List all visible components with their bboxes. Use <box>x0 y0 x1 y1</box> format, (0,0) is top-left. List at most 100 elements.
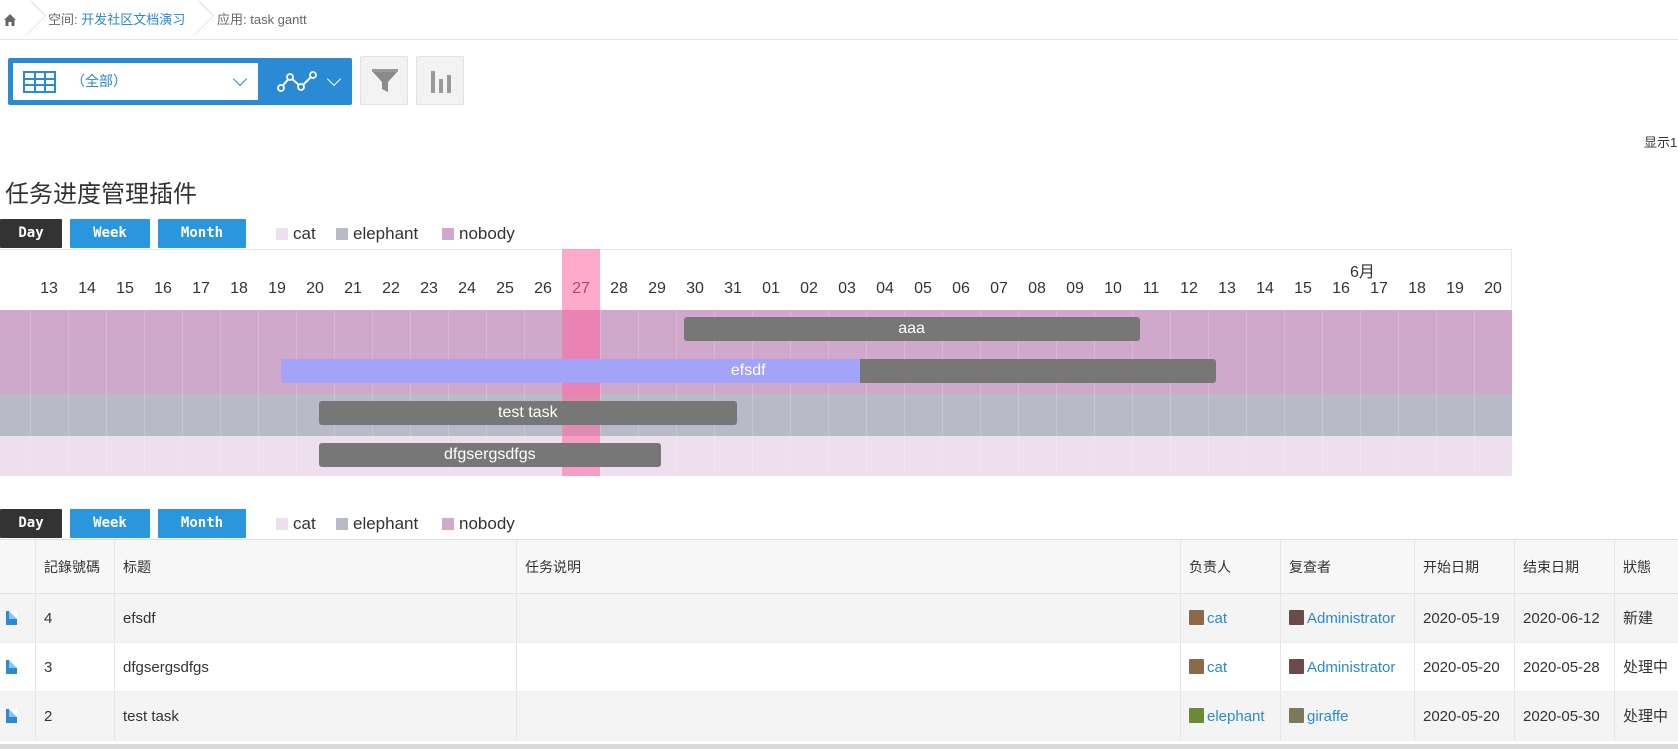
record-title-cell: test task <box>114 692 516 740</box>
gantt-task-bar[interactable]: aaa <box>683 317 1140 341</box>
timeline-day-label: 19 <box>268 280 286 297</box>
timeline-gridline <box>68 310 69 476</box>
owner-link[interactable]: cat <box>1207 610 1227 627</box>
timeline-day-label: 12 <box>1180 280 1198 297</box>
record-icon-cell[interactable] <box>0 594 35 642</box>
filter-button[interactable] <box>360 56 408 105</box>
gantt-group-cat <box>0 436 1512 476</box>
record-title-cell: dfgsergsdfgs <box>114 643 516 691</box>
column-header-icon <box>0 540 35 593</box>
record-reviewer-cell[interactable]: giraffe <box>1280 692 1414 740</box>
gantt-task-label: aaa <box>898 320 925 337</box>
week-view-button[interactable]: Week <box>70 219 150 248</box>
record-icon-cell[interactable] <box>0 692 35 740</box>
column-header-status[interactable]: 狀態 <box>1614 540 1678 593</box>
gantt-task-bar[interactable]: dfgsergsdfgs <box>318 443 661 467</box>
legend-swatch <box>336 228 348 240</box>
table-row[interactable]: 3 dfgsergsdfgs cat Administrator 2020-05-20 2… <box>0 643 1678 692</box>
chart-button[interactable] <box>416 56 464 105</box>
gantt-task-bar[interactable]: efsdf <box>280 359 1216 383</box>
breadcrumb-separator <box>24 0 38 40</box>
timeline-gridline <box>220 310 221 476</box>
record-owner-cell[interactable]: elephant <box>1180 692 1280 740</box>
day-view-button[interactable]: Day <box>0 509 62 538</box>
reviewer-link[interactable]: Administrator <box>1307 610 1395 627</box>
view-select-dropdown[interactable]: （全部） <box>13 63 258 100</box>
timeline-gridline <box>296 310 297 476</box>
gantt-chart: 1314151617181920212223242526272829303101… <box>0 249 1512 476</box>
page-title: 任务进度管理插件 <box>5 180 197 208</box>
column-header-end-date[interactable]: 结束日期 <box>1514 540 1614 593</box>
day-view-button[interactable]: Day <box>0 219 62 248</box>
bar-chart-icon <box>431 71 451 93</box>
records-table: 記錄號碼 标题 任务说明 负责人 复查者 开始日期 结束日期 狀態 4 efsdf… <box>0 539 1678 741</box>
timeline-day-label: 14 <box>1256 280 1274 297</box>
timeline-gridline <box>144 310 145 476</box>
column-header-reviewer[interactable]: 复查者 <box>1280 540 1414 593</box>
gantt-task-bar[interactable]: test task <box>318 401 737 425</box>
timeline-day-label: 25 <box>496 280 514 297</box>
timeline-day-label: 22 <box>382 280 400 297</box>
timeline-day-label: 18 <box>230 280 248 297</box>
week-view-button[interactable]: Week <box>70 509 150 538</box>
legend-swatch <box>336 518 348 530</box>
breadcrumb-space-prefix: 空间: <box>48 12 82 27</box>
column-header-start-date[interactable]: 开始日期 <box>1414 540 1514 593</box>
timeline-gridline <box>106 310 107 476</box>
breadcrumb-space[interactable]: 空间: 开发社区文档演习 <box>48 0 185 40</box>
legend-swatch <box>442 228 454 240</box>
column-header-owner[interactable]: 负责人 <box>1180 540 1280 593</box>
record-end-date-cell: 2020-05-30 <box>1514 692 1614 740</box>
record-status-cell: 新建 <box>1614 594 1678 642</box>
timeline-gridline <box>1284 310 1285 476</box>
timeline-day-label: 15 <box>1294 280 1312 297</box>
document-icon[interactable] <box>6 611 17 625</box>
table-row[interactable]: 2 test task elephant giraffe 2020-05-20 2020-… <box>0 692 1678 741</box>
timeline-day-label: 16 <box>154 280 172 297</box>
timeline-day-label: 09 <box>1066 280 1084 297</box>
record-owner-cell[interactable]: cat <box>1180 643 1280 691</box>
owner-link[interactable]: cat <box>1207 659 1227 676</box>
record-owner-cell[interactable]: cat <box>1180 594 1280 642</box>
view-selector[interactable]: （全部） <box>8 58 352 105</box>
reviewer-link[interactable]: giraffe <box>1307 708 1348 725</box>
legend-swatch <box>276 228 288 240</box>
month-view-button[interactable]: Month <box>158 509 246 538</box>
avatar <box>1189 708 1204 723</box>
document-icon[interactable] <box>6 709 17 723</box>
timeline-gridline <box>1208 310 1209 476</box>
chevron-down-icon <box>326 71 342 87</box>
filter-icon <box>372 69 398 92</box>
legend-cat: cat <box>276 219 316 248</box>
gantt-task-progress <box>280 359 861 383</box>
timeline-gridline <box>1436 310 1437 476</box>
breadcrumb-space-link[interactable]: 开发社区文档演习 <box>81 12 185 27</box>
column-header-id[interactable]: 記錄號碼 <box>35 540 114 593</box>
month-view-button[interactable]: Month <box>158 219 246 248</box>
timeline-month-label: 6月 <box>1350 264 1375 281</box>
chart-type-dropdown[interactable] <box>263 58 352 105</box>
legend-cat: cat <box>276 509 316 538</box>
timeline-day-label: 29 <box>648 280 666 297</box>
record-icon-cell[interactable] <box>0 643 35 691</box>
timeline-day-label: 21 <box>344 280 362 297</box>
horizontal-scrollbar[interactable] <box>0 744 1678 749</box>
table-row[interactable]: 4 efsdf cat Administrator 2020-05-19 2020-06-… <box>0 594 1678 643</box>
table-icon <box>23 71 56 93</box>
timeline-gridline <box>258 310 259 476</box>
record-end-date-cell: 2020-06-12 <box>1514 594 1614 642</box>
document-icon[interactable] <box>6 660 17 674</box>
owner-link[interactable]: elephant <box>1207 708 1265 725</box>
record-reviewer-cell[interactable]: Administrator <box>1280 643 1414 691</box>
timeline-gridline <box>1360 310 1361 476</box>
reviewer-link[interactable]: Administrator <box>1307 659 1395 676</box>
timeline-day-label: 04 <box>876 280 894 297</box>
timeline-day-label: 30 <box>686 280 704 297</box>
timeline-gridline <box>1322 310 1323 476</box>
record-reviewer-cell[interactable]: Administrator <box>1280 594 1414 642</box>
column-header-description[interactable]: 任务说明 <box>516 540 1180 593</box>
timeline-day-label: 28 <box>610 280 628 297</box>
gantt-task-label: dfgsergsdfgs <box>443 446 536 463</box>
chevron-down-icon <box>232 71 248 87</box>
column-header-title[interactable]: 标题 <box>114 540 516 593</box>
